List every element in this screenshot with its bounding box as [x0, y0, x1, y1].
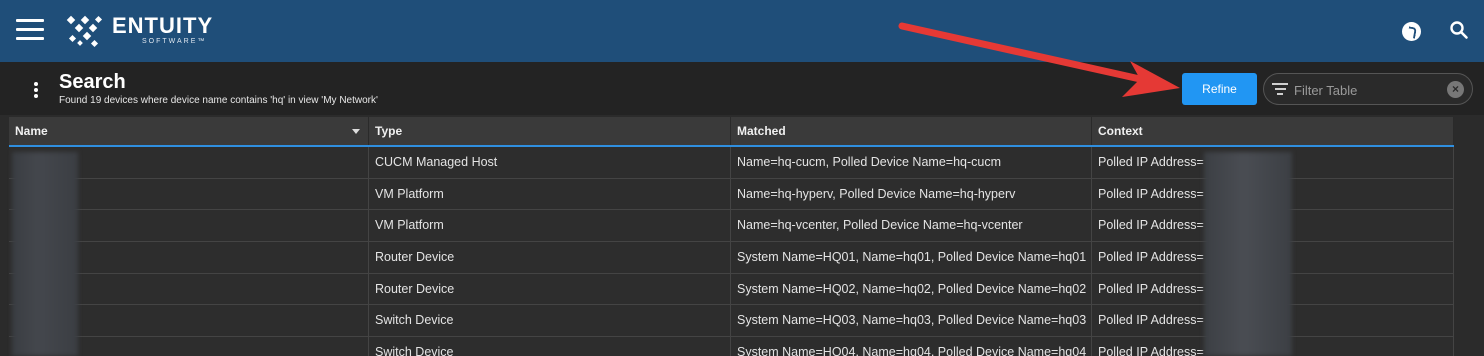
- cell-type: CUCM Managed Host: [369, 147, 731, 178]
- more-options-icon[interactable]: [33, 82, 39, 100]
- cell-type: Router Device: [369, 242, 731, 274]
- app-header: ENTUITY SOFTWARE™: [0, 0, 1484, 62]
- column-header-name[interactable]: Name: [9, 117, 369, 145]
- cell-matched: Name=hq-vcenter, Polled Device Name=hq-v…: [731, 210, 1092, 242]
- cell-matched: Name=hq-hyperv, Polled Device Name=hq-hy…: [731, 178, 1092, 210]
- search-toolbar: [0, 62, 1484, 115]
- search-summary: Found 19 devices where device name conta…: [59, 95, 378, 106]
- clear-icon[interactable]: ×: [1447, 81, 1464, 98]
- table-header: Name Type Matched Context: [9, 117, 1454, 147]
- column-header-type[interactable]: Type: [369, 117, 731, 145]
- search-icon[interactable]: [1449, 20, 1469, 40]
- filter-table-input[interactable]: [1294, 80, 1444, 100]
- cell-matched: System Name=HQ02, Name=hq02, Polled Devi…: [731, 273, 1092, 305]
- cell-type: Switch Device: [369, 337, 731, 356]
- cell-type: Router Device: [369, 273, 731, 305]
- cell-matched: System Name=HQ04, Name=hq04, Polled Devi…: [731, 337, 1092, 356]
- sort-desc-icon[interactable]: [352, 129, 360, 134]
- brand-name: ENTUITY: [112, 13, 214, 38]
- menu-icon[interactable]: [16, 19, 44, 41]
- column-header-context[interactable]: Context: [1092, 117, 1454, 145]
- cell-type: Switch Device: [369, 305, 731, 337]
- brand-subtitle: SOFTWARE™: [142, 38, 207, 45]
- column-header-matched[interactable]: Matched: [731, 117, 1092, 145]
- cell-matched: System Name=HQ01, Name=hq01, Polled Devi…: [731, 242, 1092, 274]
- help-icon[interactable]: [1402, 22, 1421, 41]
- cell-matched: System Name=HQ03, Name=hq03, Polled Devi…: [731, 305, 1092, 337]
- cell-type: VM Platform: [369, 210, 731, 242]
- refine-button[interactable]: Refine: [1182, 73, 1257, 105]
- redacted-addresses-blur: [1204, 152, 1292, 356]
- page-title: Search: [59, 71, 126, 93]
- column-header-label: Name: [15, 124, 48, 138]
- cell-type: VM Platform: [369, 178, 731, 210]
- redacted-names-blur: [12, 152, 78, 356]
- filter-table-field[interactable]: ×: [1263, 73, 1473, 105]
- entuity-logo-icon: [66, 15, 103, 48]
- cell-matched: Name=hq-cucm, Polled Device Name=hq-cucm: [731, 147, 1092, 178]
- filter-icon: [1272, 83, 1288, 95]
